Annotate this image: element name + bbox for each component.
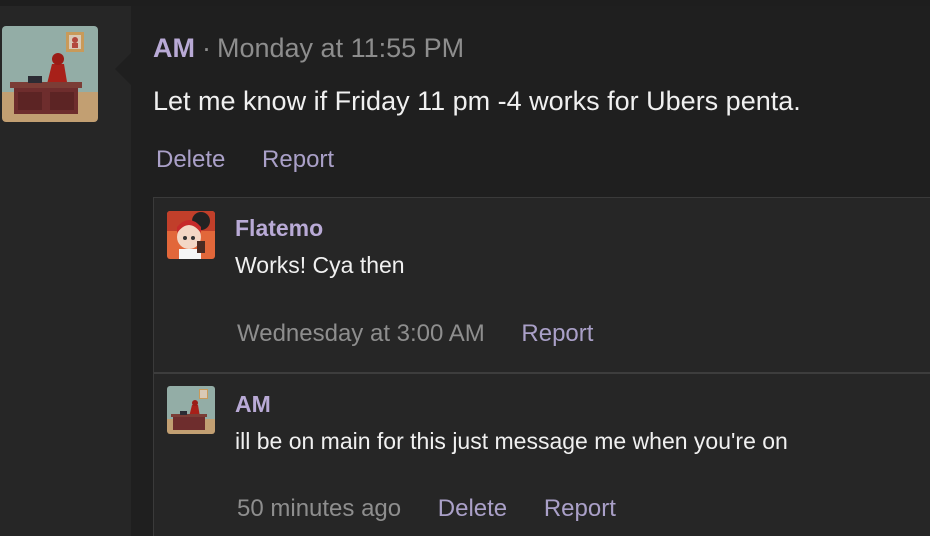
post-body: Let me know if Friday 11 pm -4 works for… <box>153 86 801 116</box>
reply-1-report-link[interactable]: Report <box>521 320 593 347</box>
desk-scene-avatar-icon <box>167 386 215 434</box>
post-report-link[interactable]: Report <box>262 146 334 173</box>
reply-2-report-link[interactable]: Report <box>544 495 616 522</box>
reply-2-body: ill be on main for this just message me … <box>235 428 788 454</box>
post-header: AM · Monday at 11:55 PM <box>153 30 464 66</box>
post-timestamp[interactable]: Monday at 11:55 PM <box>217 33 464 63</box>
reply-1-author-name[interactable]: Flatemo <box>235 215 323 242</box>
reply-2-timestamp[interactable]: 50 minutes ago <box>237 495 401 522</box>
reply-2-delete-link[interactable]: Delete <box>438 495 507 522</box>
post-delete-link[interactable]: Delete <box>156 146 225 173</box>
message-pointer-arrow <box>115 53 131 85</box>
reply-divider <box>154 372 930 374</box>
reply-1-actions: Wednesday at 3:00 AM Report <box>237 320 593 348</box>
post-author-name[interactable]: AM <box>153 33 195 63</box>
post-actions: Delete Report <box>156 146 334 174</box>
header-separator: · <box>202 33 211 63</box>
anime-character-avatar-icon <box>167 211 215 259</box>
reply-2-actions: 50 minutes ago Delete Report <box>237 495 616 523</box>
desk-scene-avatar-icon <box>2 26 98 122</box>
reply-1-timestamp[interactable]: Wednesday at 3:00 AM <box>237 320 485 347</box>
post-author-avatar[interactable] <box>2 26 98 122</box>
replies-list <box>153 197 930 536</box>
reply-1-author-avatar[interactable] <box>167 211 215 259</box>
reply-2-author-name[interactable]: AM <box>235 391 271 418</box>
reply-2-author-avatar[interactable] <box>167 386 215 434</box>
reply-1-body: Works! Cya then <box>235 252 405 278</box>
